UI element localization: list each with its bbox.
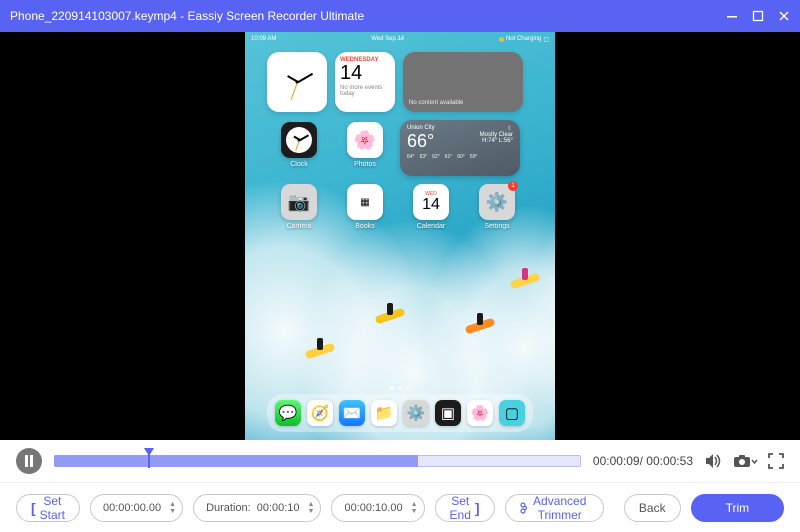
titlebar: Phone_220914103007.keymp4 - Eassiy Scree…: [0, 0, 800, 32]
window-controls: [726, 10, 790, 22]
window-title: Phone_220914103007.keymp4 - Eassiy Scree…: [10, 9, 726, 23]
volume-icon[interactable]: [705, 453, 723, 469]
app-photos: 🌸Photos: [339, 122, 391, 168]
trim-button[interactable]: Trim: [691, 494, 785, 522]
ipad-screen: 10:09 AM Wed Sep 14 ⋯ Not Charging▢ WEDN…: [245, 32, 555, 440]
duration-input[interactable]: Duration:00:00:10 ▲▼: [193, 494, 321, 522]
dock-photos: 🌸: [467, 400, 493, 426]
minimize-icon[interactable]: [726, 10, 738, 22]
snapshot-icon[interactable]: [733, 454, 758, 468]
notes-widget: No content available: [403, 52, 523, 112]
dock-settings: ⚙️: [403, 400, 429, 426]
maximize-icon[interactable]: [752, 10, 764, 22]
end-time-input[interactable]: 00:00:10.00 ▲▼: [331, 494, 424, 522]
start-time-input[interactable]: 00:00:00.00 ▲▼: [90, 494, 183, 522]
fullscreen-icon[interactable]: [768, 453, 784, 469]
set-end-button[interactable]: Set End]: [435, 494, 495, 522]
video-preview: 10:09 AM Wed Sep 14 ⋯ Not Charging▢ WEDN…: [0, 32, 800, 440]
dock-shortcuts: ▣: [435, 400, 461, 426]
dock-messages: 💬: [275, 400, 301, 426]
analog-clock-icon: [274, 59, 320, 105]
dock-screens: ▢: [499, 400, 525, 426]
playback-controls: 00:00:09/ 00:00:53: [0, 440, 800, 482]
back-button[interactable]: Back: [624, 494, 681, 522]
app-calendar: WED14Calendar: [405, 184, 457, 230]
page-indicator: [390, 386, 410, 390]
dock-files: 📁: [371, 400, 397, 426]
close-icon[interactable]: [778, 10, 790, 22]
dock-mail: ✉️: [339, 400, 365, 426]
app-clock: Clock: [273, 122, 325, 168]
app-books: ▦Books: [339, 184, 391, 230]
duration-stepper[interactable]: ▲▼: [306, 501, 317, 515]
calendar-widget: WEDNESDAY 14 No more events today: [335, 52, 395, 112]
clock-widget: [267, 52, 327, 112]
ipad-dock: 💬 🧭 ✉️ 📁 ⚙️ ▣ 🌸 ▢: [267, 394, 533, 432]
time-display: 00:00:09/ 00:00:53: [593, 454, 693, 468]
status-charge: Not Charging: [506, 36, 541, 42]
trim-bar: [Set Start 00:00:00.00 ▲▼ Duration:00:00…: [0, 482, 800, 532]
scissors-icon: [520, 502, 527, 514]
dock-safari: 🧭: [307, 400, 333, 426]
advanced-trimmer-button[interactable]: Advanced Trimmer: [505, 494, 604, 522]
status-time: 10:09 AM: [251, 36, 276, 42]
badge-icon: 1: [508, 181, 518, 191]
ipad-status-bar: 10:09 AM Wed Sep 14 ⋯ Not Charging▢: [245, 32, 555, 46]
app-camera: 📷Camera: [273, 184, 325, 230]
pause-button[interactable]: [16, 448, 42, 474]
end-time-stepper[interactable]: ▲▼: [409, 501, 420, 515]
set-start-button[interactable]: [Set Start: [16, 494, 80, 522]
weather-widget: Union City 66° ☾ Mostly Clear H:74° L:56…: [400, 120, 520, 176]
app-settings: ⚙️1Settings: [471, 184, 523, 230]
seek-bar[interactable]: [54, 452, 581, 470]
start-time-stepper[interactable]: ▲▼: [167, 501, 178, 515]
